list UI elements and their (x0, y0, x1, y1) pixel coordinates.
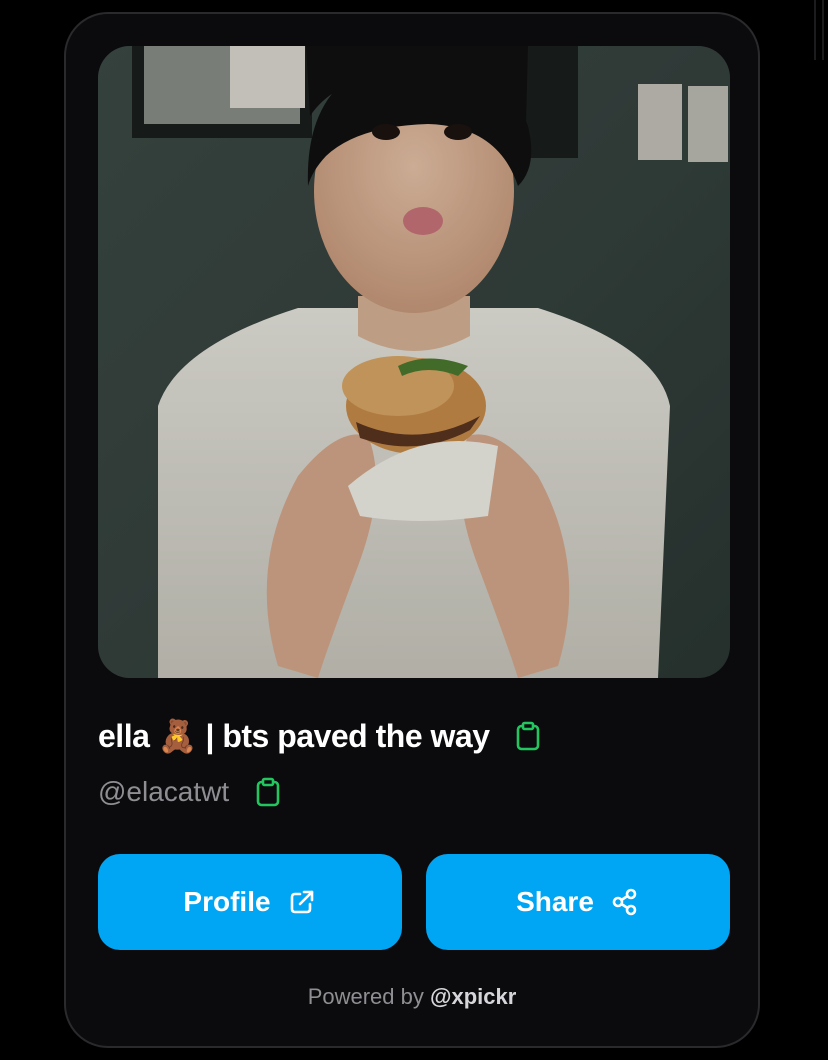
footer-brand-link[interactable]: @xpickr (430, 984, 516, 1009)
share-button[interactable]: Share (426, 854, 730, 950)
username-handle: @elacatwt (98, 776, 230, 807)
display-name-row: ella 🧸 | bts paved the way (98, 712, 543, 760)
share-button-label: Share (516, 886, 594, 917)
handle-row: @elacatwt (98, 772, 283, 812)
clipboard-icon[interactable] (253, 777, 283, 807)
clipboard-icon[interactable] (513, 721, 543, 751)
profile-photo (98, 46, 730, 678)
background-edge (814, 0, 824, 60)
profile-card: ella 🧸 | bts paved the way @elacatwt Pro… (64, 12, 760, 1048)
profile-button[interactable]: Profile (98, 854, 402, 950)
powered-by-footer: Powered by @xpickr (66, 984, 758, 1010)
external-link-icon (287, 887, 317, 917)
profile-button-label: Profile (183, 886, 271, 917)
footer-prefix: Powered by (307, 984, 424, 1009)
display-name: ella 🧸 | bts paved the way (98, 718, 490, 754)
share-icon (610, 887, 640, 917)
